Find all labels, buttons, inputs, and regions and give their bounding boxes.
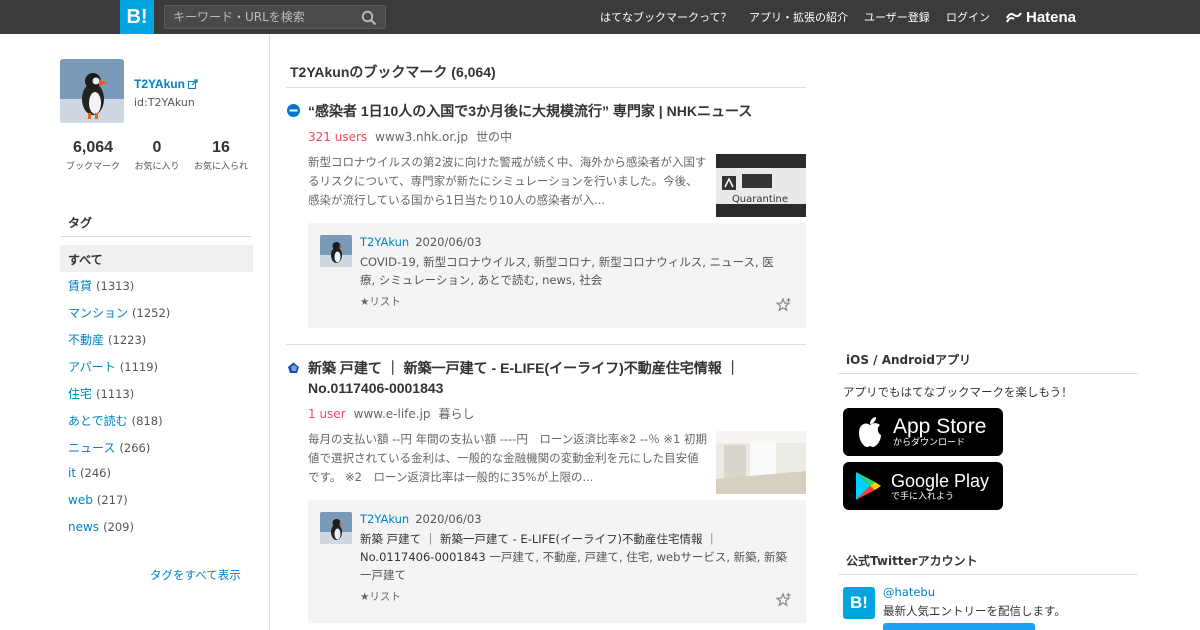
- profile-id: id:T2YAkun: [134, 96, 195, 109]
- bookmark-username[interactable]: T2YAkun: [360, 512, 409, 526]
- stat-favorited-by[interactable]: 16 お気に入られ: [190, 139, 252, 172]
- google-play-button[interactable]: Google Play で手に入れよう: [843, 462, 1003, 510]
- divider: [286, 344, 806, 345]
- tag-heading: タグ: [68, 216, 93, 230]
- external-link-icon: [187, 79, 198, 89]
- entry-domain[interactable]: www.e-life.jp: [354, 407, 431, 421]
- bookmark-tags: COVID-19, 新型コロナウイルス, 新型コロナ, 新型コロナウィルス, ニ…: [360, 255, 774, 287]
- tag-item[interactable]: ニュース (266): [68, 439, 170, 466]
- apps-heading: iOS / Androidアプリ: [846, 353, 971, 367]
- entry-thumbnail[interactable]: Quarantine: [716, 154, 806, 217]
- add-star-icon[interactable]: [776, 297, 792, 313]
- thumbnail-caption: Quarantine: [732, 194, 788, 205]
- tag-item[interactable]: 住宅 (1113): [68, 385, 170, 412]
- entry-category[interactable]: 暮らし: [439, 407, 475, 421]
- divider: [60, 236, 252, 237]
- search-icon[interactable]: [361, 10, 377, 26]
- top-navbar: B! はてなブックマークって？ アプリ・拡張の紹介 ユーザー登録 ログイン Ha…: [0, 0, 1200, 34]
- search-box: [164, 5, 386, 29]
- hatena-mark-icon: [1006, 12, 1022, 23]
- avatar[interactable]: [320, 512, 352, 544]
- avatar[interactable]: [60, 59, 124, 123]
- nav-about[interactable]: はてなブックマークって？: [600, 0, 731, 34]
- entry-description: 毎月の支払い額 --円 年間の支払い額 ----円 ローン返済比率※2 --％ …: [308, 432, 707, 484]
- e-life-favicon-icon: [288, 362, 299, 373]
- entry-title[interactable]: 新築 戸建て ｜ 新築一戸建て - E-LIFE(イーライフ)不動産住宅情報 ｜…: [308, 358, 778, 398]
- profile-sidebar: T2YAkun id:T2YAkun 6,064 ブックマーク 0 お気に入り …: [0, 34, 270, 630]
- bookmark-body: 新築 戸建て ｜ 新築一戸建て - E-LIFE(イーライフ)不動産住宅情報 ｜…: [360, 530, 788, 584]
- google-play-icon: [856, 472, 881, 500]
- tag-item[interactable]: it (246): [68, 466, 170, 493]
- twitter-handle[interactable]: @hatebu: [883, 585, 935, 599]
- app-store-button[interactable]: App Store からダウンロード: [843, 408, 1003, 456]
- bookmark-user: T2YAkun 2020/06/03: [360, 512, 482, 526]
- avatar[interactable]: [320, 235, 352, 267]
- bookmark-card: T2YAkun 2020/06/03 新築 戸建て ｜ 新築一戸建て - E-LI…: [308, 500, 806, 623]
- tag-item[interactable]: 不動産 (1223): [68, 331, 170, 358]
- add-to-list-button[interactable]: ★リスト: [360, 294, 401, 309]
- profile-username[interactable]: T2YAkun: [134, 77, 198, 91]
- bookmark-date[interactable]: 2020/06/03: [415, 512, 481, 526]
- show-all-tags-link[interactable]: タグをすべて表示: [150, 567, 241, 583]
- entry-title[interactable]: “感染者 1日10人の入国で3か月後に大規模流行” 専門家 | NHKニュース: [308, 101, 778, 121]
- twitter-follow-button[interactable]: [883, 623, 1035, 630]
- nav-apps[interactable]: アプリ・拡張の紹介: [749, 0, 848, 34]
- tag-item[interactable]: マンション (1252): [68, 304, 170, 331]
- hatebu-logo[interactable]: B!: [843, 587, 875, 619]
- nav-register[interactable]: ユーザー登録: [864, 0, 930, 34]
- page-title: T2YAkunのブックマーク (6,064): [290, 64, 496, 80]
- apple-icon: [859, 417, 881, 447]
- add-star-icon[interactable]: [776, 592, 792, 608]
- hatena-bookmark-logo[interactable]: B!: [120, 0, 154, 34]
- twitter-description: 最新人気エントリーを配信します。: [883, 604, 1066, 618]
- entry-domain[interactable]: www3.nhk.or.jp: [375, 130, 468, 144]
- entry-users-count[interactable]: 321 users: [308, 130, 367, 144]
- bookmark-card: T2YAkun 2020/06/03 COVID-19, 新型コロナウイルス, 新…: [308, 223, 806, 328]
- tag-all[interactable]: すべて: [60, 245, 253, 272]
- tag-list: 賃貸 (1313) マンション (1252) 不動産 (1223) アパート (1119…: [68, 277, 170, 547]
- tag-item[interactable]: あとで読む (818): [68, 412, 170, 439]
- nav-login[interactable]: ログイン: [946, 0, 990, 34]
- tag-item[interactable]: news (209): [68, 520, 170, 547]
- bookmark-user: T2YAkun 2020/06/03: [360, 235, 482, 249]
- nhk-favicon-icon: [287, 104, 300, 117]
- entry-category[interactable]: 世の中: [476, 130, 512, 144]
- divider: [838, 373, 1138, 374]
- stat-favorites[interactable]: 0 お気に入り: [131, 139, 183, 172]
- divider: [838, 574, 1138, 575]
- twitter-heading: 公式Twitterアカウント: [846, 554, 978, 568]
- search-input[interactable]: [165, 6, 355, 28]
- tag-item[interactable]: 賃貸 (1313): [68, 277, 170, 304]
- tag-item[interactable]: web (217): [68, 493, 170, 520]
- add-to-list-button[interactable]: ★リスト: [360, 589, 401, 604]
- divider: [286, 87, 806, 88]
- entry-thumbnail[interactable]: [716, 431, 806, 494]
- hatena-brand[interactable]: Hatena: [1006, 0, 1076, 34]
- entry-meta: 1 user www.e-life.jp 暮らし: [308, 405, 475, 422]
- apps-description: アプリでもはてなブックマークを楽しもう！: [843, 385, 1073, 399]
- stat-bookmarks[interactable]: 6,064 ブックマーク: [62, 139, 124, 172]
- entry-description: 新型コロナウイルスの第2波に向けた警戒が続く中、海外から感染者が入国するリスクに…: [308, 155, 707, 207]
- bookmark-date[interactable]: 2020/06/03: [415, 235, 481, 249]
- entry-users-count[interactable]: 1 user: [308, 407, 346, 421]
- bookmark-username[interactable]: T2YAkun: [360, 235, 409, 249]
- tag-item[interactable]: アパート (1119): [68, 358, 170, 385]
- entry-meta: 321 users www3.nhk.or.jp 世の中: [308, 128, 512, 145]
